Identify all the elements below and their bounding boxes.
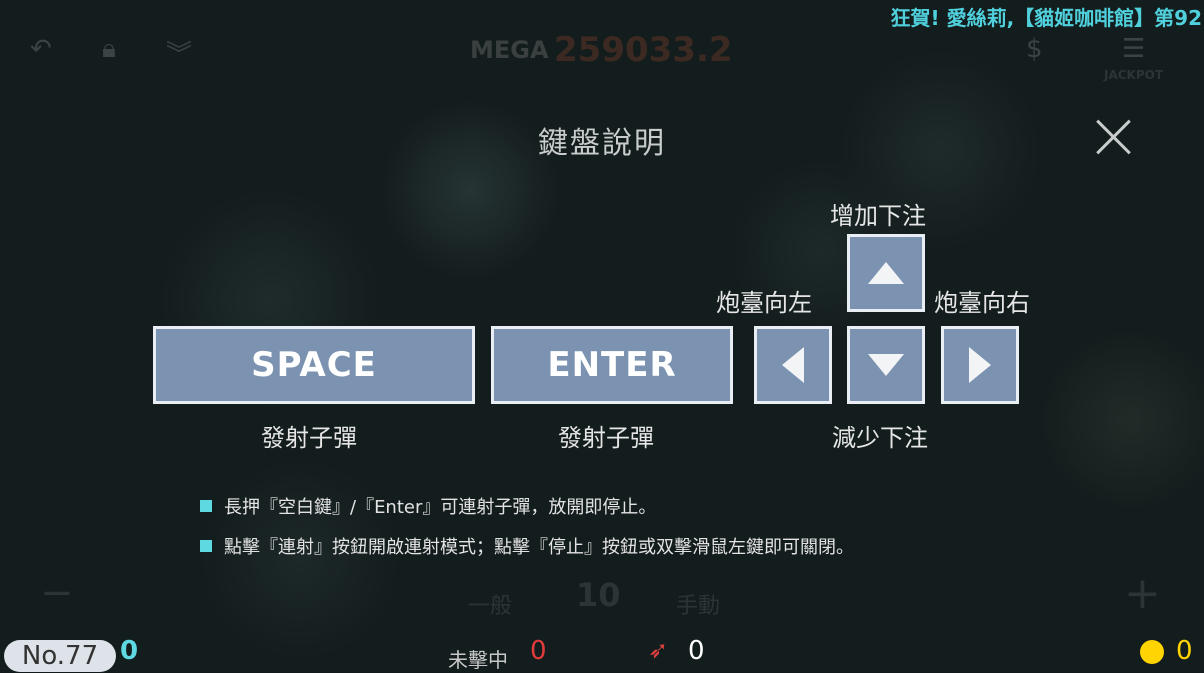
bullet-icon (200, 500, 212, 512)
coin-count: 0 (1176, 636, 1193, 666)
up-label: 增加下注 (830, 202, 926, 230)
arrow-up-key[interactable] (847, 234, 925, 312)
arrow-right-key[interactable] (941, 326, 1019, 404)
menu-icon[interactable]: ☰ (1122, 34, 1145, 64)
left-label: 炮臺向左 (716, 289, 812, 317)
note-item: 長押『空白鍵』/『Enter』可連射子彈，放開即停止。 (200, 493, 854, 519)
bullet-icon (200, 540, 212, 552)
mode-manual-button[interactable]: 手動 (676, 588, 720, 620)
rocket-count: 0 (688, 636, 705, 666)
minus-icon[interactable]: − (40, 570, 74, 616)
note-item: 點擊『連射』按鈕開啟連射模式；點擊『停止』按鈕或双擊滑鼠左鍵即可關閉。 (200, 533, 854, 559)
back-icon[interactable]: ↶ (30, 34, 52, 64)
currency-icon[interactable]: $ (1026, 34, 1043, 64)
double-chevron-down-icon[interactable]: ︾ (166, 34, 192, 71)
plus-icon[interactable]: + (1124, 568, 1161, 619)
miss-label: 未擊中 (448, 648, 508, 672)
triangle-down-icon (868, 354, 904, 376)
right-label: 炮臺向右 (934, 289, 1030, 317)
enter-key[interactable]: ENTER (491, 326, 733, 404)
space-key[interactable]: SPACE (153, 326, 475, 404)
marquee-banner: 狂賀! 愛絲莉,【貓姬咖啡館】第92 (890, 6, 1202, 30)
jackpot-label: JACKPOT (1104, 68, 1164, 82)
notes-list: 長押『空白鍵』/『Enter』可連射子彈，放開即停止。 點擊『連射』按鈕開啟連射… (200, 493, 854, 573)
enter-action-label: 發射子彈 (558, 424, 654, 452)
player-number-badge: No.77 (4, 640, 116, 672)
close-icon[interactable] (1094, 118, 1132, 156)
mega-label: MEGA (470, 36, 549, 64)
dialog-title: 鍵盤說明 (538, 126, 666, 161)
space-key-label: SPACE (251, 345, 377, 385)
rocket-icon: ➶ (648, 636, 669, 664)
triangle-right-icon (969, 347, 991, 383)
player-score: 0 (120, 636, 139, 666)
triangle-up-icon (868, 262, 904, 284)
triangle-left-icon (782, 347, 804, 383)
enter-key-label: ENTER (547, 345, 677, 385)
mode-normal-button[interactable]: 一般 (468, 588, 512, 620)
bet-value: 10 (576, 576, 621, 614)
lock-icon[interactable]: 🔒︎ (102, 34, 116, 65)
arrow-down-key[interactable] (847, 326, 925, 404)
player-number: No.77 (21, 641, 99, 671)
down-label: 減少下注 (832, 424, 928, 452)
coin-icon (1140, 640, 1164, 664)
miss-count: 0 (530, 636, 547, 666)
arrow-left-key[interactable] (754, 326, 832, 404)
space-action-label: 發射子彈 (261, 424, 357, 452)
note-text: 長押『空白鍵』/『Enter』可連射子彈，放開即停止。 (224, 497, 657, 518)
mega-value: 259033.2 (554, 30, 733, 70)
note-text: 點擊『連射』按鈕開啟連射模式；點擊『停止』按鈕或双擊滑鼠左鍵即可關閉。 (224, 537, 854, 558)
